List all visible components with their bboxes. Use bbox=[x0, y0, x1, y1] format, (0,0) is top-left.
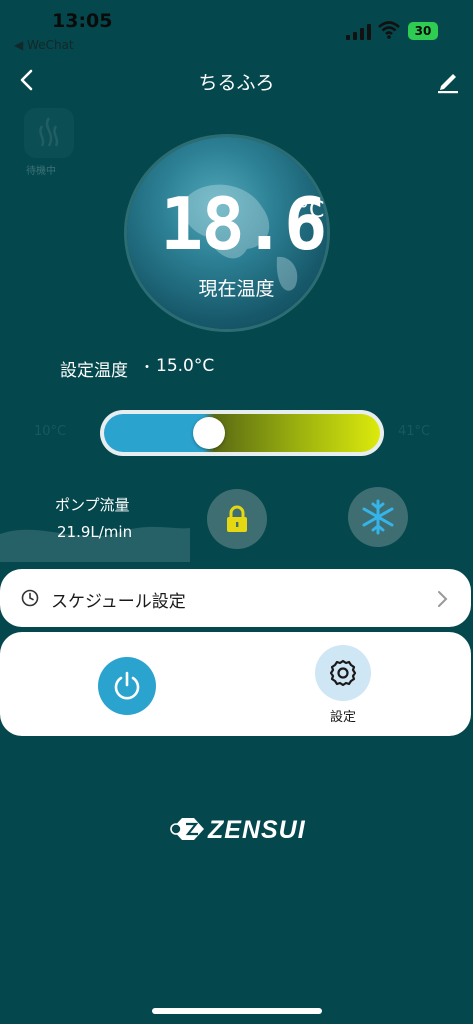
cellular-signal-icon bbox=[346, 24, 371, 40]
ghost-status-label: 待機中 bbox=[26, 166, 56, 177]
page-title: ちるふろ bbox=[198, 72, 275, 94]
snowflake-icon bbox=[362, 499, 394, 535]
current-temperature-unit: °C bbox=[298, 198, 325, 223]
slider-max-label: 41°C bbox=[398, 424, 431, 439]
wifi-icon bbox=[378, 21, 400, 39]
controls-card bbox=[0, 632, 471, 736]
zensui-logo-text: ZENSUI bbox=[208, 816, 306, 844]
clock-icon bbox=[21, 589, 39, 607]
schedule-settings-label: スケジュール設定 bbox=[51, 592, 186, 612]
set-temperature-label: 設定温度 bbox=[60, 361, 128, 381]
chevron-right-icon bbox=[438, 591, 448, 607]
gear-icon bbox=[329, 659, 357, 687]
home-indicator[interactable] bbox=[152, 1008, 322, 1014]
lock-button[interactable] bbox=[207, 489, 267, 549]
battery-level: 30 bbox=[414, 24, 432, 38]
settings-label: 設定 bbox=[329, 710, 356, 725]
status-time: 13:05 bbox=[52, 10, 113, 32]
set-temperature-value: 15.0°C bbox=[156, 356, 215, 376]
slider-thumb[interactable] bbox=[193, 417, 225, 449]
power-icon bbox=[114, 671, 140, 700]
current-temperature-value: 18.6 bbox=[160, 182, 327, 266]
back-to-app-link[interactable]: ◀ WeChat bbox=[14, 38, 74, 52]
temperature-slider[interactable] bbox=[100, 410, 384, 456]
slider-min-label: 10°C bbox=[34, 424, 67, 439]
slider-track[interactable] bbox=[104, 414, 380, 452]
edit-icon[interactable] bbox=[435, 68, 461, 94]
lock-icon bbox=[227, 505, 247, 532]
current-temperature-label: 現在温度 bbox=[198, 278, 275, 300]
settings-button[interactable] bbox=[315, 645, 371, 701]
set-temperature-separator: ・ bbox=[140, 360, 154, 376]
zensui-logo-mark bbox=[170, 818, 204, 840]
pump-flow-label: ポンプ流量 bbox=[55, 496, 130, 514]
power-button[interactable] bbox=[98, 657, 156, 715]
pump-flow-value: 21.9L/min bbox=[57, 523, 133, 541]
cooling-mode-button[interactable] bbox=[348, 487, 408, 547]
heater-ghost-icon bbox=[24, 108, 74, 158]
battery-indicator: 30 bbox=[408, 22, 438, 40]
